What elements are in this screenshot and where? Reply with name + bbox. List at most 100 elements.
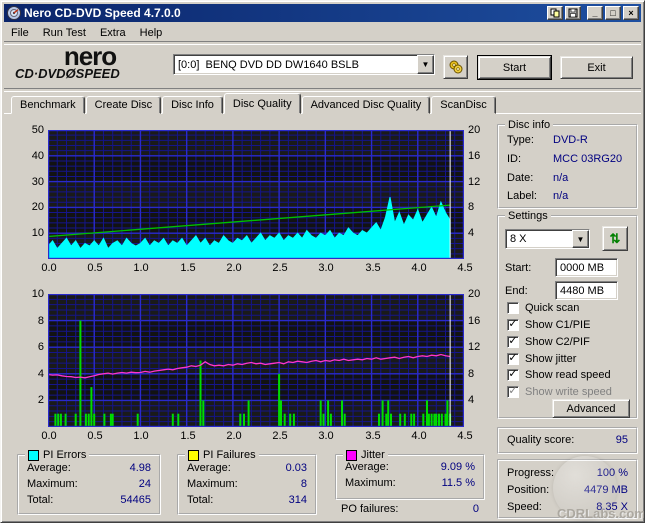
left-axis-tick: 10 [31,227,44,239]
maximize-button[interactable]: □ [605,6,621,20]
copy-to-clipboard-button[interactable] [547,6,563,20]
position-label: Position: [507,484,550,496]
close-button[interactable]: × [623,6,639,20]
pie-average-row: Average: 4.98 [27,462,151,474]
tab-label: Benchmark [20,99,76,111]
quality-score-label: Quality score: [507,434,575,446]
left-axis-tick: 50 [31,124,44,136]
right-axis-tick: 4 [468,227,475,239]
checkbox-quick-scan[interactable]: ✓Quick scan [507,301,579,315]
menu-help[interactable]: Help [133,26,170,40]
tab-benchmark[interactable]: Benchmark [11,96,85,114]
chevron-down-icon[interactable]: ▼ [572,230,589,248]
x-axis-tick: 1.5 [180,262,196,274]
po-failures-label: PO failures: [341,503,399,515]
pi-failures-scan-plot [48,294,464,427]
app-icon [7,6,21,20]
jitter-title-text: Jitter [361,449,385,461]
cddvdspeed-logo-text: CD·DVDØSPEED [15,66,120,81]
x-axis-tick: 3.5 [365,430,381,442]
pi-failures-group: PI Failures Average: 0.03 Maximum: 8 Total… [177,449,317,515]
pi-failures-swatch [188,449,199,461]
tab-advanced-disc-quality[interactable]: Advanced Disc Quality [301,96,431,114]
disc-id-value: MCC 03RG20 [553,153,623,165]
tab-create-disc[interactable]: Create Disc [85,96,162,114]
quality-score-group: Quality score: 95 [497,427,638,454]
pif-total-label: Total: [187,494,214,506]
close-icon: × [628,7,634,18]
settings-group: Settings 8 X ▼ ⇅ Start: 0000 MB End: 448… [497,210,638,419]
pif-total-row: Total: 314 [187,494,307,506]
advanced-button[interactable]: Advanced [552,399,630,418]
x-axis-tick: 1.5 [180,430,196,442]
watermark-text: CDRLabs.com [557,506,645,521]
chevron-down-icon[interactable]: ▼ [417,55,434,74]
menu-file[interactable]: File [4,26,36,40]
checkbox-show-write-speed: ✓ Show write speed [507,385,612,398]
nero-logo: nero CD·DVDØSPEED [15,41,165,81]
x-axis-tick: 0.0 [41,430,57,442]
checkbox-label: Quick scan [525,302,580,314]
checkbox-show-c2-pif[interactable]: ✓ Show C2/PIF [507,335,590,349]
right-axis-tick: 12 [468,176,481,188]
end-field-value: 4480 MB [560,284,605,297]
right-axis-tick: 12 [468,341,481,353]
jitter-maximum-label: Maximum: [345,477,396,489]
x-axis-tick: 1.0 [133,430,149,442]
save-button[interactable] [565,6,581,20]
jitter-group-title: Jitter [343,449,388,461]
disc-type-label: Type: [507,134,534,146]
disc-date-row: Date: n/a [507,172,628,184]
progress-label: Progress: [507,467,555,479]
end-field[interactable]: 4480 MB [555,281,618,300]
toolbar-divider [4,88,641,92]
left-axis-tick: 2 [37,394,44,406]
checkbox-label: Show write speed [525,386,612,398]
tab-label: Create Disc [94,99,153,111]
x-axis-tick: 1.0 [133,262,149,274]
menu-extra[interactable]: Extra [93,26,133,40]
copy-icon [550,8,560,18]
left-axis-tick: 6 [37,341,44,353]
checkbox-show-c1-pie[interactable]: ✓ Show C1/PIE [507,318,590,332]
pie-total-label: Total: [27,494,54,506]
disc-id-label: ID: [507,153,522,165]
refresh-button[interactable]: ⇅ [602,226,628,251]
nero-logo-text: nero [63,41,117,71]
tab-disc-info[interactable]: Disc Info [162,96,223,114]
menu-run-test[interactable]: Run Test [36,26,93,40]
speed-select[interactable]: 8 X ▼ [505,229,590,249]
x-axis-tick: 3.5 [365,262,381,274]
eject-button[interactable] [443,55,468,79]
checkbox-show-jitter[interactable]: ✓ Show jitter [507,352,576,366]
x-axis-tick: 4.5 [457,262,473,274]
start-field[interactable]: 0000 MB [555,258,618,277]
settings-title: Settings [505,210,551,222]
tab-scandisc[interactable]: ScanDisc [431,96,496,114]
jitter-maximum-row: Maximum: 11.5 % [345,477,475,489]
pi-errors-swatch [28,449,39,461]
tab-disc-quality[interactable]: Disc Quality [223,93,301,114]
tab-label: Disc Quality [232,97,292,110]
title-bar[interactable]: Nero CD-DVD Speed 4.7.0.0 _ □ × [4,4,641,22]
right-axis-tick: 20 [468,288,481,300]
pie-maximum-row: Maximum: 24 [27,478,151,490]
disc-type-value: DVD-R [553,134,588,146]
pi-failures-group-title: PI Failures [185,449,259,461]
pie-average-value: 4.98 [129,462,151,474]
pi-errors-group-title: PI Errors [25,449,90,461]
disc-info-title: Disc info [505,119,554,131]
pie-average-label: Average: [27,462,71,474]
start-button[interactable]: Start [477,55,552,80]
disc-label-label: Label: [507,190,537,202]
refresh-icon: ⇅ [609,230,621,246]
x-axis-tick: 4.5 [457,430,473,442]
minimize-button[interactable]: _ [587,6,603,20]
disc-date-value: n/a [553,172,569,184]
pif-total-value: 314 [288,494,307,506]
checkbox-show-read-speed[interactable]: ✓ Show read speed [507,368,611,382]
left-axis-tick: 20 [31,201,44,213]
tab-label: ScanDisc [440,99,487,111]
drive-select[interactable]: [0:0] BENQ DVD DD DW1640 BSLB ▼ [173,54,435,75]
exit-button[interactable]: Exit [560,56,633,79]
